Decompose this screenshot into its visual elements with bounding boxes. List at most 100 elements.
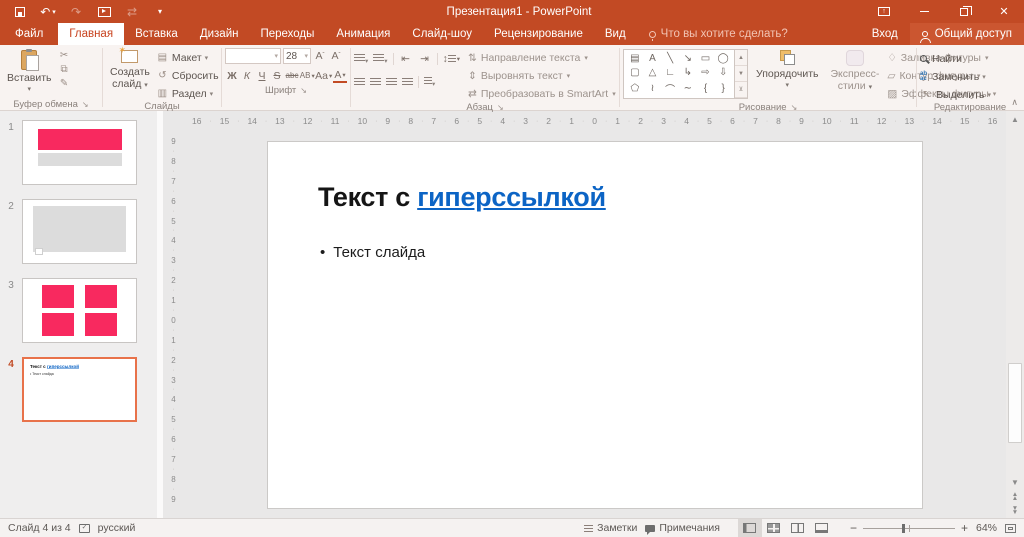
text-direction-button[interactable]: ⇅ Направление текста ▾ [468, 50, 616, 66]
freeform-shape-icon[interactable]: ⬠ [626, 79, 644, 97]
customize-qat-icon[interactable]: ▾ [146, 0, 174, 23]
reading-view-icon[interactable] [786, 519, 810, 537]
language-indicator[interactable]: русский [98, 522, 136, 534]
slide-4-thumbnail[interactable]: Текст с гиперссылкой • Текст слайда [22, 357, 137, 422]
cut-icon[interactable]: ✂ [58, 50, 71, 61]
fit-slide-to-window-icon[interactable] [1005, 523, 1016, 533]
tell-me-box[interactable]: Что вы хотите сделать? [637, 23, 788, 45]
scrollbar-track[interactable] [1006, 127, 1024, 474]
tab-home[interactable]: Главная [58, 23, 125, 45]
line-shape-icon[interactable]: ╲ [661, 51, 679, 65]
notes-toggle[interactable]: Заметки [584, 522, 637, 534]
slide-title-text[interactable]: Текст с гиперссылкой [318, 182, 606, 213]
shapes-more-icon[interactable]: ⊻ [735, 82, 747, 98]
save-icon[interactable] [6, 0, 34, 23]
curve-shape-icon[interactable]: ∼ [679, 79, 697, 97]
shapes-scroll-up-icon[interactable]: ▲ [735, 50, 747, 66]
touch-mode-icon[interactable]: ⇄ [118, 0, 146, 23]
tab-review[interactable]: Рецензирование [483, 23, 594, 45]
convert-smartart-button[interactable]: ⇄ Преобразовать в SmartArt ▾ [468, 86, 616, 102]
numbering-icon[interactable]: ▾ [373, 50, 388, 68]
text-box-shape-icon[interactable]: A [644, 51, 662, 65]
redo-icon[interactable]: ↷ [62, 0, 90, 23]
scroll-down-icon[interactable]: ▼ [1006, 474, 1024, 490]
right-brace-shape-icon[interactable]: } [714, 79, 732, 97]
spell-check-icon[interactable] [78, 523, 90, 533]
change-case-icon[interactable]: Aa ▾ [315, 68, 332, 83]
rectangle-shape-icon[interactable]: ▭ [697, 51, 715, 65]
scribble-shape-icon[interactable]: ≀ [644, 79, 662, 97]
underline-icon[interactable]: Ч [255, 68, 269, 83]
increase-indent-icon[interactable]: ⇥ [418, 52, 432, 67]
arrange-button[interactable]: Упорядочить ▾ [752, 48, 822, 94]
tab-insert[interactable]: Вставка [124, 23, 189, 45]
find-button[interactable]: Найти [920, 51, 1020, 66]
comments-toggle[interactable]: Примечания [645, 522, 720, 535]
left-brace-shape-icon[interactable]: { [697, 79, 715, 97]
character-spacing-icon[interactable]: АВ ▾ [300, 68, 315, 83]
slide-body-text[interactable]: • Текст слайда [320, 244, 425, 261]
arc-shape-icon[interactable]: ⌒ [661, 79, 679, 97]
elbow-arrow-connector-shape-icon[interactable]: ↳ [679, 65, 697, 79]
elbow-connector-shape-icon[interactable]: ∟ [661, 65, 679, 79]
format-painter-icon[interactable]: ✎ [58, 78, 71, 89]
tab-transitions[interactable]: Переходы [249, 23, 325, 45]
quick-styles-button[interactable]: Экспресс- стили ▾ [826, 48, 883, 96]
slide-3-thumbnail[interactable] [22, 278, 137, 343]
columns-icon[interactable]: ▾ [424, 73, 435, 91]
normal-view-icon[interactable] [737, 518, 762, 537]
align-right-icon[interactable] [386, 77, 397, 87]
justify-icon[interactable] [402, 77, 413, 87]
collapse-ribbon-icon[interactable]: ∧ [1011, 97, 1018, 108]
rounded-rectangle-shape-icon[interactable]: ▢ [626, 65, 644, 79]
clipboard-dialog-launcher-icon[interactable]: ↘ [82, 100, 89, 109]
replace-button[interactable]: ab ac Заменить ▾ [920, 69, 1020, 84]
zoom-in-icon[interactable]: + [961, 521, 968, 535]
tab-design[interactable]: Дизайн [189, 23, 250, 45]
font-color-icon[interactable]: А ▾ [333, 68, 347, 83]
align-text-button[interactable]: ⇕ Выровнять текст ▾ [468, 68, 616, 84]
zoom-slider-thumb[interactable] [901, 523, 905, 533]
select-button[interactable]: ↖ Выделить ▾ [920, 87, 1020, 102]
font-dialog-launcher-icon[interactable]: ↘ [300, 86, 307, 95]
layout-button[interactable]: ▤ Макет ▾ [156, 50, 219, 65]
down-arrow-shape-icon[interactable]: ⇩ [714, 65, 732, 79]
reset-button[interactable]: ↺ Сбросить [156, 68, 218, 83]
slide-sorter-view-icon[interactable] [762, 519, 786, 537]
ribbon-display-options-icon[interactable]: ↑ [864, 0, 904, 23]
bullets-icon[interactable]: ▾ [354, 50, 368, 68]
shrink-font-icon[interactable]: Aˇ [329, 49, 343, 64]
slide-1-thumbnail[interactable] [22, 120, 137, 185]
minimize-icon[interactable] [904, 0, 944, 23]
paste-button[interactable]: Вставить ▾ [3, 48, 56, 98]
line-spacing-icon[interactable]: ↕ ▾ [443, 52, 461, 67]
close-icon[interactable]: ✕ [984, 0, 1024, 23]
recent-shapes-shape-icon[interactable]: ▤ [626, 51, 644, 65]
undo-icon[interactable]: ↶ ▾ [34, 0, 62, 23]
align-center-icon[interactable] [370, 77, 381, 87]
paragraph-dialog-launcher-icon[interactable]: ↘ [497, 103, 504, 112]
zoom-level[interactable]: 64% [976, 522, 997, 534]
bold-icon[interactable]: Ж [225, 68, 239, 83]
grow-font-icon[interactable]: Aˆ [313, 49, 327, 64]
section-button[interactable]: ▥ Раздел ▾ [156, 86, 219, 101]
text-shadow-icon[interactable]: abc [285, 68, 299, 83]
zoom-out-icon[interactable]: − [850, 521, 857, 535]
previous-slide-icon[interactable]: ▲ ▲ [1006, 490, 1024, 504]
new-slide-button[interactable]: Создать слайд ▾ [106, 44, 154, 94]
right-arrow-shape-icon[interactable]: ⇨ [697, 65, 715, 79]
align-left-icon[interactable] [354, 77, 365, 87]
start-slideshow-icon[interactable] [90, 0, 118, 23]
line-arrow-shape-icon[interactable]: ↘ [679, 51, 697, 65]
tab-file[interactable]: Файл [0, 23, 58, 45]
font-name-combo[interactable]: ▾ [225, 48, 281, 64]
share-button[interactable]: Общий доступ [909, 23, 1024, 45]
copy-icon[interactable]: ⧉ [58, 64, 71, 75]
slide-surface[interactable]: Текст с гиперссылкой • Текст слайда [267, 141, 923, 509]
zoom-slider[interactable] [862, 523, 955, 533]
next-slide-icon[interactable]: ▼ ▼ [1006, 504, 1024, 518]
font-size-combo[interactable]: 28 ▾ [283, 48, 311, 64]
slide-hyperlink[interactable]: гиперссылкой [417, 182, 606, 212]
triangle-shape-icon[interactable]: △ [644, 65, 662, 79]
tab-slideshow[interactable]: Слайд-шоу [401, 23, 483, 45]
